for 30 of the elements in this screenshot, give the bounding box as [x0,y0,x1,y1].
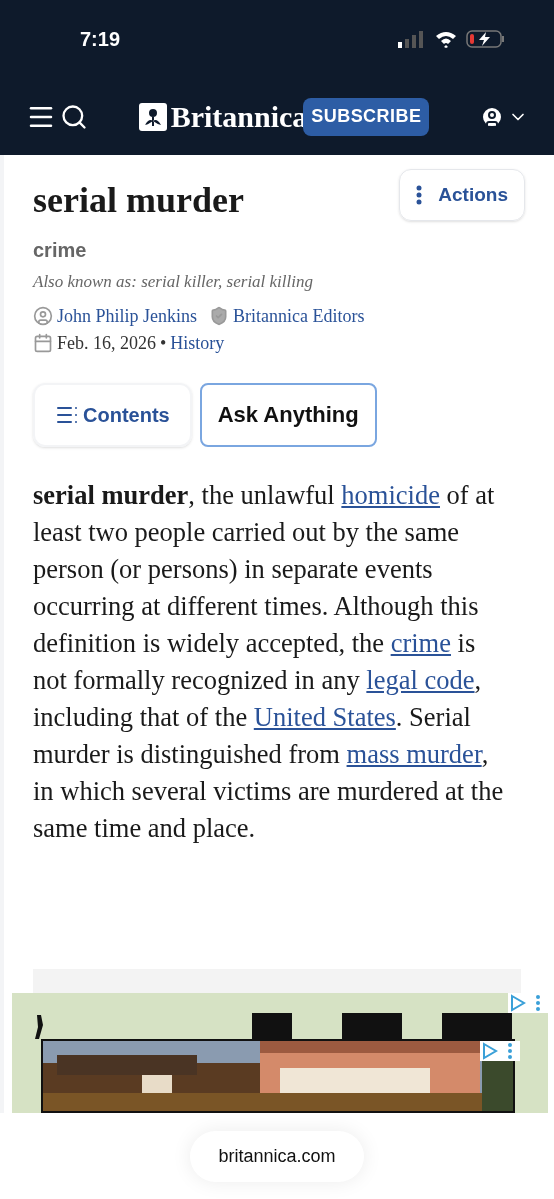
article-title: serial murder [33,179,244,222]
author-link[interactable]: John Philip Jenkins [57,302,198,330]
article-link[interactable]: legal code [366,664,475,695]
article-link[interactable]: homicide [341,479,440,510]
actions-button[interactable]: Actions [399,169,525,221]
search-icon[interactable] [60,102,88,131]
separator: • [160,331,167,355]
ask-anything-button[interactable]: Ask Anything [199,382,377,447]
play-icon[interactable] [508,993,528,1013]
topic-link[interactable]: History [170,329,225,357]
article-link[interactable]: mass murder [346,738,482,769]
article-link[interactable]: United States [253,701,396,732]
publish-date: Feb. 16, 2026 [57,331,156,355]
contents-button[interactable]: Contents [33,382,192,447]
subscribe-button[interactable]: SUBSCRIBE [303,97,430,136]
calendar-icon [33,333,53,353]
battery-icon [466,29,506,49]
address-bar[interactable]: britannica.com [190,1130,364,1182]
clock: 7:19 [80,27,121,52]
article-link[interactable]: crime [390,627,451,658]
also-known-as: Also known as: serial killer, serial killing [33,271,314,293]
author-link[interactable]: Britannica Editors [233,302,365,330]
shield-icon [209,306,230,326]
person-icon [33,306,53,326]
category: crime [33,238,88,263]
signal-icon [398,30,426,48]
play-icon[interactable] [480,1041,500,1061]
article-paragraph: serial murder, the unlawful homicide of at least two people carried out by the same person (or persons) in separate events occurring at different times. Although this definition is widely accepted, the crime is not formally recognized in any legal code, including that of the United States. Serial murder is distinguished from mass murder, in which several victims are murdered at the same time and place. [33,478,505,845]
more-icon [416,185,423,205]
wifi-icon [434,30,458,48]
